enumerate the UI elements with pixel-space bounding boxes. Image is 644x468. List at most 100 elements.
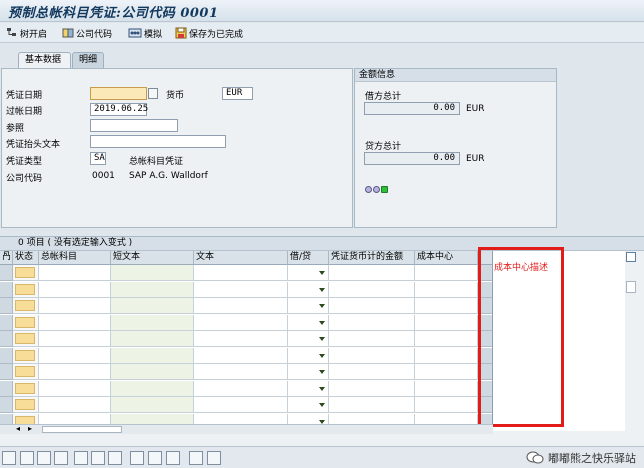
- grid-cell[interactable]: [288, 265, 329, 281]
- grid-cell[interactable]: [329, 265, 415, 281]
- grid-cell[interactable]: [288, 397, 329, 413]
- grid-cell[interactable]: [288, 380, 329, 397]
- dropdown-arrow-icon[interactable]: [319, 304, 325, 308]
- reference-field[interactable]: [90, 119, 178, 132]
- grid-cell[interactable]: [329, 281, 415, 298]
- more-icon[interactable]: [108, 451, 122, 465]
- dropdown-arrow-icon[interactable]: [319, 370, 325, 374]
- grid-cell[interactable]: [39, 380, 111, 397]
- grid-cell[interactable]: [111, 397, 194, 413]
- simulate-button[interactable]: 模拟: [128, 26, 162, 40]
- scroll-right-icon[interactable]: ▸: [28, 424, 32, 433]
- insert-row-icon[interactable]: [20, 451, 34, 465]
- delete-row-icon[interactable]: [37, 451, 51, 465]
- hscroll-thumb[interactable]: [42, 426, 122, 433]
- scroll-thumb[interactable]: [626, 281, 636, 293]
- move-row-icon[interactable]: [74, 451, 88, 465]
- row-selector[interactable]: [0, 364, 13, 380]
- doc-type-field[interactable]: SA: [90, 152, 106, 165]
- scroll-left-icon[interactable]: ◂: [16, 424, 20, 433]
- grid-cell[interactable]: [288, 298, 329, 314]
- grid-cell[interactable]: [329, 397, 415, 413]
- dropdown-arrow-icon[interactable]: [319, 403, 325, 407]
- dropdown-arrow-icon[interactable]: [319, 419, 325, 424]
- calendar-icon[interactable]: [148, 88, 158, 99]
- grid-cell[interactable]: [288, 281, 329, 298]
- dropdown-arrow-icon[interactable]: [319, 320, 325, 325]
- grid-cell[interactable]: [39, 331, 111, 347]
- header-text-field[interactable]: [90, 135, 226, 148]
- grid-cell[interactable]: [13, 347, 39, 364]
- dropdown-arrow-icon[interactable]: [319, 271, 325, 275]
- grid-cell[interactable]: [111, 314, 194, 331]
- grid-cell[interactable]: [329, 331, 415, 347]
- grid-cell[interactable]: [39, 281, 111, 298]
- grid-cell[interactable]: [111, 364, 194, 380]
- row-selector[interactable]: [0, 397, 13, 413]
- grid-cell[interactable]: [415, 265, 478, 281]
- grid-cell[interactable]: [111, 331, 194, 347]
- company-code-button[interactable]: 公司代码: [62, 26, 112, 40]
- grid-cell[interactable]: [39, 298, 111, 314]
- tree-on-button[interactable]: 树开启: [6, 26, 47, 40]
- row-selector[interactable]: [0, 298, 13, 314]
- grid-cell[interactable]: [288, 347, 329, 364]
- grid-cell[interactable]: [194, 364, 288, 380]
- grid-cell[interactable]: [13, 331, 39, 347]
- grid-cell[interactable]: [39, 314, 111, 331]
- horizontal-scrollbar[interactable]: ◂ ▸: [0, 424, 493, 434]
- tab-details[interactable]: 明细: [72, 52, 104, 68]
- grid-cell[interactable]: [39, 347, 111, 364]
- grid-cell[interactable]: [288, 331, 329, 347]
- grid-cell[interactable]: [329, 347, 415, 364]
- grid-cell[interactable]: [13, 380, 39, 397]
- details-icon[interactable]: [2, 451, 16, 465]
- grid-cell[interactable]: [111, 298, 194, 314]
- grid-cell[interactable]: [329, 314, 415, 331]
- posting-date-field[interactable]: 2019.06.25: [90, 103, 148, 116]
- dropdown-arrow-icon[interactable]: [319, 386, 325, 391]
- grid-cell[interactable]: [288, 314, 329, 331]
- grid-cell[interactable]: [194, 380, 288, 397]
- select-all-icon[interactable]: 冎: [0, 251, 13, 265]
- grid-cell[interactable]: [415, 331, 478, 347]
- grid-cell[interactable]: [194, 331, 288, 347]
- row-selector[interactable]: [0, 331, 13, 347]
- row-selector[interactable]: [0, 380, 13, 397]
- grid-cell[interactable]: [111, 380, 194, 397]
- tab-basic-data[interactable]: 基本数据: [18, 52, 71, 69]
- dropdown-arrow-icon[interactable]: [319, 353, 325, 358]
- grid-cell[interactable]: [415, 298, 478, 314]
- select-row-icon[interactable]: [91, 451, 105, 465]
- grid-cell[interactable]: [13, 298, 39, 314]
- grid-cell[interactable]: [111, 281, 194, 298]
- copy-row-icon[interactable]: [54, 451, 68, 465]
- grid-cell[interactable]: [194, 281, 288, 298]
- sum-icon[interactable]: [189, 451, 203, 465]
- currency-field[interactable]: EUR: [222, 87, 253, 100]
- layout-icon[interactable]: [626, 252, 636, 262]
- grid-cell[interactable]: [111, 347, 194, 364]
- grid-cell[interactable]: [111, 265, 194, 281]
- grid-cell[interactable]: [329, 364, 415, 380]
- grid-cell[interactable]: [415, 314, 478, 331]
- dropdown-arrow-icon[interactable]: [319, 337, 325, 341]
- save-complete-button[interactable]: 保存为已完成: [175, 26, 243, 40]
- grid-cell[interactable]: [39, 265, 111, 281]
- row-selector[interactable]: [0, 265, 13, 281]
- cut-icon[interactable]: [130, 451, 144, 465]
- grid-cell[interactable]: [194, 314, 288, 331]
- grid-cell[interactable]: [13, 314, 39, 331]
- grid-cell[interactable]: [288, 364, 329, 380]
- vertical-scrollbar[interactable]: [625, 251, 637, 431]
- grid-cell[interactable]: [13, 265, 39, 281]
- grid-cell[interactable]: [194, 265, 288, 281]
- grid-cell[interactable]: [415, 397, 478, 413]
- grid-cell[interactable]: [415, 364, 478, 380]
- grid-cell[interactable]: [13, 397, 39, 413]
- row-selector[interactable]: [0, 347, 13, 364]
- grid-cell[interactable]: [415, 347, 478, 364]
- grid-cell[interactable]: [194, 397, 288, 413]
- grid-cell[interactable]: [194, 298, 288, 314]
- grid-cell[interactable]: [194, 347, 288, 364]
